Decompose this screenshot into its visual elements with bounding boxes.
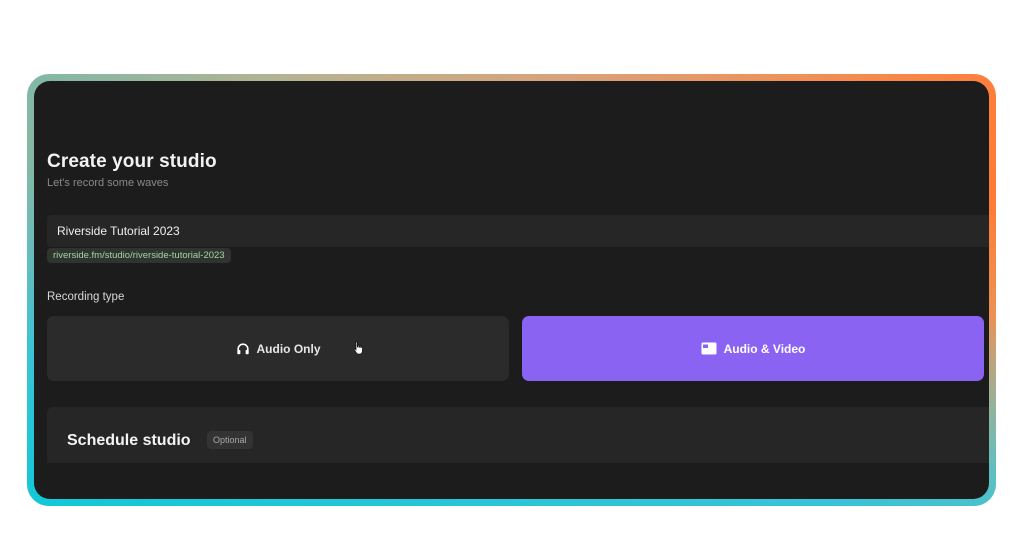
audio-video-button[interactable]: Audio & Video	[522, 316, 984, 381]
recording-type-label: Recording type	[47, 291, 125, 303]
audio-video-label: Audio & Video	[723, 341, 806, 356]
schedule-studio-title: Schedule studio	[67, 432, 191, 449]
studio-name-input[interactable]	[47, 215, 989, 247]
studio-setup-panel: Create your studio Let's record some wav…	[34, 81, 989, 499]
audio-only-label: Audio Only	[256, 341, 321, 356]
optional-badge: Optional	[207, 431, 253, 449]
screenshot-frame: Create your studio Let's record some wav…	[27, 74, 996, 506]
headphones-icon	[236, 342, 250, 356]
page-title: Create your studio	[47, 151, 217, 172]
video-window-icon	[701, 342, 717, 355]
studio-url-badge: riverside.fm/studio/riverside-tutorial-2…	[47, 248, 231, 263]
audio-only-button[interactable]: Audio Only	[47, 316, 509, 381]
hand-pointer-cursor-icon	[353, 341, 365, 360]
schedule-studio-section[interactable]: Schedule studio Optional	[47, 407, 989, 463]
page-subtitle: Let's record some waves	[47, 177, 169, 189]
